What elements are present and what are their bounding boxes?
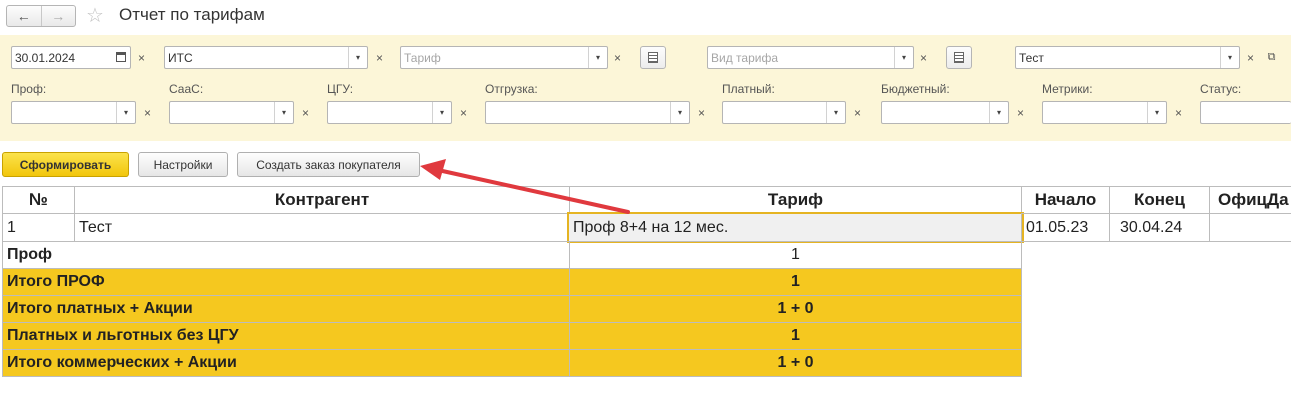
chevron-down-icon[interactable]: ▾ — [1147, 102, 1166, 123]
paid-clear-icon[interactable]: × — [848, 101, 867, 124]
tariff-placeholder: Тариф — [404, 51, 441, 65]
row-num: 1 — [2, 213, 75, 242]
product-value: ИТС — [168, 51, 193, 65]
chevron-down-icon[interactable]: ▾ — [1220, 47, 1239, 68]
calendar-icon[interactable] — [116, 52, 126, 62]
budget-clear-icon[interactable]: × — [1011, 101, 1030, 124]
row-start: 01.05.23 — [1021, 213, 1110, 242]
chevron-down-icon[interactable]: ▾ — [826, 102, 845, 123]
settings-button[interactable]: Настройки — [138, 152, 228, 177]
date-clear-icon[interactable]: × — [132, 46, 151, 69]
shipment-label: Отгрузка: — [485, 82, 538, 96]
metrics-label: Метрики: — [1042, 82, 1093, 96]
prof-clear-icon[interactable]: × — [138, 101, 157, 124]
total-label: Платных и льготных без ЦГУ — [2, 322, 570, 350]
list-icon — [648, 52, 658, 63]
tariff-list-button[interactable] — [640, 46, 666, 69]
date-field[interactable]: 30.01.2024 — [11, 46, 131, 69]
status-select[interactable] — [1200, 101, 1291, 124]
header-official: ОфицДа — [1209, 186, 1291, 214]
header-counterparty: Контрагент — [74, 186, 570, 214]
prof-row-label: Проф — [2, 241, 570, 269]
tariff-field[interactable]: Тариф ▾ — [400, 46, 608, 69]
total-value: 1 + 0 — [569, 295, 1022, 323]
total-label: Итого платных + Акции — [2, 295, 570, 323]
paid-select[interactable]: ▾ — [722, 101, 846, 124]
cgu-clear-icon[interactable]: × — [454, 101, 473, 124]
product-clear-icon[interactable]: × — [370, 46, 389, 69]
saas-clear-icon[interactable]: × — [296, 101, 315, 124]
back-icon: ← — [16, 8, 31, 24]
prof-row-value: 1 — [569, 241, 1022, 269]
chevron-down-icon[interactable]: ▾ — [894, 47, 913, 68]
date-value: 30.01.2024 — [15, 51, 76, 65]
budget-label: Бюджетный: — [881, 82, 950, 96]
tariff-type-field[interactable]: Вид тарифа ▾ — [707, 46, 914, 69]
row-counterparty: Тест — [74, 213, 570, 242]
header-num: № — [2, 186, 75, 214]
back-button[interactable]: ← — [7, 6, 41, 26]
chevron-down-icon[interactable]: ▾ — [274, 102, 293, 123]
tariff-type-placeholder: Вид тарифа — [711, 51, 779, 65]
counterparty-value: Тест — [1019, 51, 1044, 65]
saas-label: СааС: — [169, 82, 204, 96]
total-value: 1 — [569, 322, 1022, 350]
shipment-select[interactable]: ▾ — [485, 101, 690, 124]
forward-button[interactable]: → — [40, 6, 76, 26]
favorite-star-icon[interactable]: ☆ — [86, 3, 104, 28]
total-label: Итого коммерческих + Акции — [2, 349, 570, 377]
nav-buttons: ← → — [6, 5, 76, 27]
counterparty-clear-icon[interactable]: × — [1241, 46, 1260, 69]
window-title: Отчет по тарифам — [119, 5, 265, 24]
counterparty-field[interactable]: Тест ▾ — [1015, 46, 1240, 69]
chevron-down-icon[interactable]: ▾ — [116, 102, 135, 123]
chevron-down-icon[interactable]: ▾ — [588, 47, 607, 68]
cgu-select[interactable]: ▾ — [327, 101, 452, 124]
list-icon — [954, 52, 964, 63]
metrics-select[interactable]: ▾ — [1042, 101, 1167, 124]
total-value: 1 + 0 — [569, 349, 1022, 377]
prof-select[interactable]: ▾ — [11, 101, 136, 124]
chevron-down-icon[interactable]: ▾ — [432, 102, 451, 123]
status-label: Статус: — [1200, 82, 1242, 96]
total-value: 1 — [569, 268, 1022, 296]
tariff-clear-icon[interactable]: × — [608, 46, 627, 69]
product-field[interactable]: ИТС ▾ — [164, 46, 368, 69]
open-icon[interactable]: ⧉ — [1262, 46, 1281, 69]
header-tariff: Тариф — [569, 186, 1022, 214]
forward-icon: → — [51, 8, 66, 24]
budget-select[interactable]: ▾ — [881, 101, 1009, 124]
tariff-type-list-button[interactable] — [946, 46, 972, 69]
create-order-button[interactable]: Создать заказ покупателя — [237, 152, 420, 177]
shipment-clear-icon[interactable]: × — [692, 101, 711, 124]
tariff-type-clear-icon[interactable]: × — [914, 46, 933, 69]
row-official — [1209, 213, 1291, 242]
header-start: Начало — [1021, 186, 1110, 214]
row-end: 30.04.24 — [1109, 213, 1210, 242]
generate-button[interactable]: Сформировать — [2, 152, 129, 177]
filter-panel: 30.01.2024 × ИТС ▾ × Тариф ▾ × Вид тариф… — [0, 35, 1291, 141]
total-label: Итого ПРОФ — [2, 268, 570, 296]
prof-label: Проф: — [11, 82, 47, 96]
chevron-down-icon[interactable]: ▾ — [670, 102, 689, 123]
row-tariff[interactable]: Проф 8+4 на 12 мес. — [567, 212, 1024, 243]
chevron-down-icon[interactable]: ▾ — [989, 102, 1008, 123]
paid-label: Платный: — [722, 82, 775, 96]
header-end: Конец — [1109, 186, 1210, 214]
metrics-clear-icon[interactable]: × — [1169, 101, 1188, 124]
chevron-down-icon[interactable]: ▾ — [348, 47, 367, 68]
saas-select[interactable]: ▾ — [169, 101, 294, 124]
cgu-label: ЦГУ: — [327, 82, 354, 96]
